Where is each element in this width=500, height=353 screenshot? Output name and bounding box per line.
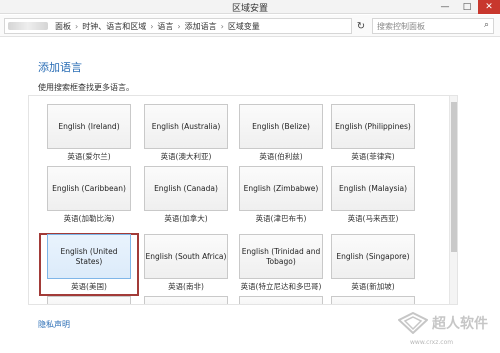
tile-caption: 英语(澳大利亚) <box>160 152 212 161</box>
language-tile-partial[interactable] <box>331 296 415 304</box>
tile-label: English (United States) <box>60 246 118 266</box>
tile-label: English (Zimbabwe) <box>243 183 319 193</box>
language-tile[interactable]: English (Zimbabwe) <box>239 166 323 211</box>
watermark-text: 超人软件 <box>432 316 488 332</box>
language-tile[interactable]: English (Trinidad and Tobago) <box>239 234 323 279</box>
tile-label: English (Canada) <box>154 183 218 193</box>
language-tile[interactable]: English (Malaysia) <box>331 166 415 211</box>
tile-caption: 英语(爱尔兰) <box>67 152 111 161</box>
vertical-scrollbar[interactable] <box>449 96 457 304</box>
refresh-icon[interactable]: ↻ <box>354 19 368 33</box>
breadcrumb[interactable]: 面板 › 时钟、语言和区域 › 语言 › 添加语言 › 区域变量 <box>4 18 352 34</box>
language-tile[interactable]: English (Australia) <box>144 104 228 149</box>
scrollbar-thumb[interactable] <box>451 102 457 252</box>
tile-caption: 英语(加拿大) <box>164 214 208 223</box>
tile-caption: 英语(新加坡) <box>351 282 395 291</box>
tile-label: English (Ireland) <box>58 121 120 131</box>
language-tile[interactable]: English (Philippines) <box>331 104 415 149</box>
tile-label: English (South Africa) <box>145 251 227 261</box>
maximize-button[interactable]: □ <box>456 0 478 14</box>
window-controls: — □ ✕ <box>434 0 500 14</box>
watermark-url: www.crxz.com <box>410 339 454 346</box>
tile-caption: 英语(南非) <box>168 282 204 291</box>
tile-caption: 英语(津巴布韦) <box>255 214 307 223</box>
tile-label: English (Caribbean) <box>52 183 126 193</box>
tile-caption: 英语(菲律宾) <box>351 152 395 161</box>
watermark-logo: 超人软件 <box>398 312 488 334</box>
minimize-button[interactable]: — <box>434 0 456 14</box>
language-grid: English (Ireland) 英语(爱尔兰) English (Austr… <box>28 95 458 305</box>
breadcrumb-item[interactable]: 添加语言 <box>182 21 220 32</box>
breadcrumb-item[interactable]: 区域变量 <box>225 21 263 32</box>
tile-label: English (Trinidad and Tobago) <box>241 246 321 266</box>
tile-label: English (Philippines) <box>335 121 411 131</box>
search-placeholder: 搜索控制面板 <box>377 21 425 31</box>
address-bar: 面板 › 时钟、语言和区域 › 语言 › 添加语言 › 区域变量 ↻ 搜索控制面… <box>0 15 500 37</box>
blurred-crumb <box>8 22 48 30</box>
tile-label: English (Belize) <box>252 121 310 131</box>
breadcrumb-item[interactable]: 面板 <box>52 21 74 32</box>
breadcrumb-item[interactable]: 语言 <box>154 21 176 32</box>
privacy-link[interactable]: 隐私声明 <box>38 319 70 330</box>
page-title: 添加语言 <box>38 61 82 74</box>
search-icon[interactable]: ⌕ <box>484 20 489 30</box>
close-button[interactable]: ✕ <box>478 0 500 14</box>
language-tile-selected[interactable]: English (United States) <box>47 234 131 279</box>
tile-caption: 英语(马来西亚) <box>347 214 399 223</box>
language-tile[interactable]: English (Ireland) <box>47 104 131 149</box>
page-description: 使用搜索框查找更多语言。 <box>38 83 134 92</box>
language-tile[interactable]: English (South Africa) <box>144 234 228 279</box>
tile-caption: 英语(美国) <box>71 282 107 291</box>
language-tile[interactable]: English (Singapore) <box>331 234 415 279</box>
language-tile[interactable]: English (Caribbean) <box>47 166 131 211</box>
search-input[interactable]: 搜索控制面板 ⌕ <box>372 18 494 34</box>
language-tile[interactable]: English (Belize) <box>239 104 323 149</box>
tile-caption: 英语(特立尼达和多巴哥) <box>240 282 322 291</box>
language-tile-partial[interactable] <box>239 296 323 304</box>
title-bar: 区域安置 — □ ✕ <box>0 0 500 14</box>
tile-label: English (Australia) <box>151 121 221 131</box>
diamond-icon <box>398 312 428 334</box>
tile-label: English (Singapore) <box>336 251 410 261</box>
tile-caption: 英语(伯利兹) <box>259 152 303 161</box>
window-title: 区域安置 <box>231 4 268 14</box>
tile-caption: 英语(加勒比海) <box>63 214 115 223</box>
language-tile-partial[interactable] <box>47 296 131 304</box>
breadcrumb-item[interactable]: 时钟、语言和区域 <box>79 21 149 32</box>
tile-label: English (Malaysia) <box>338 183 408 193</box>
language-tile-partial[interactable] <box>144 296 228 304</box>
language-tile[interactable]: English (Canada) <box>144 166 228 211</box>
